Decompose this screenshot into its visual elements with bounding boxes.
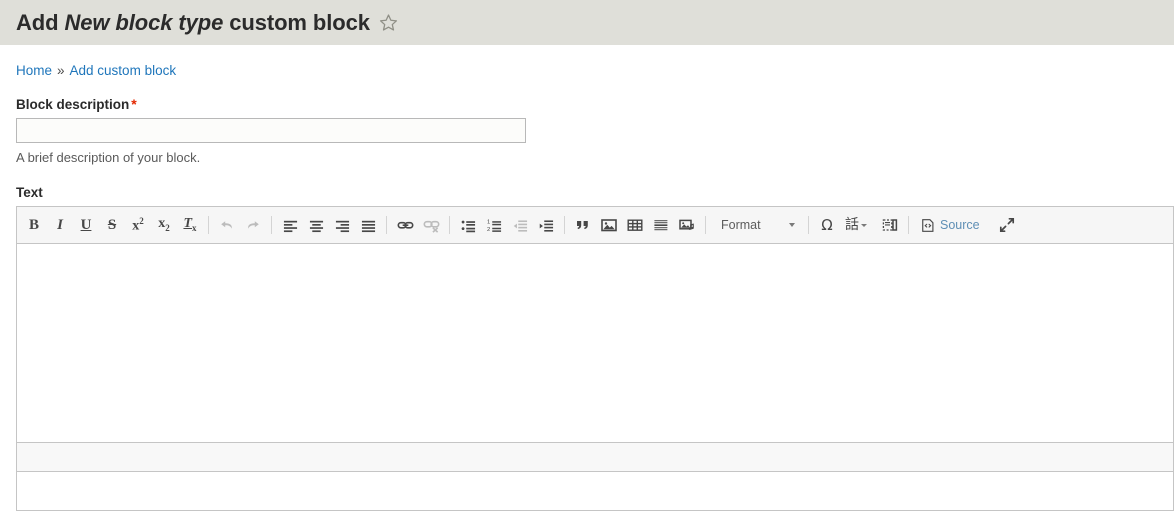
special-character-icon[interactable]: Ω <box>815 213 839 237</box>
source-button-label: Source <box>940 218 980 232</box>
horizontal-rule-icon[interactable] <box>649 213 673 237</box>
align-justify-icon[interactable] <box>356 213 380 237</box>
block-form: Block description * A brief description o… <box>0 78 1174 200</box>
link-icon[interactable] <box>393 213 417 237</box>
toolbar-separator <box>271 216 272 234</box>
chevron-down-icon <box>861 223 867 227</box>
toolbar-group-links <box>392 213 444 237</box>
indent-icon[interactable] <box>534 213 558 237</box>
unlink-icon[interactable] <box>419 213 443 237</box>
maximize-icon[interactable] <box>995 213 1019 237</box>
align-left-icon[interactable] <box>278 213 302 237</box>
toolbar-group-insert <box>570 213 700 237</box>
star-outline-icon[interactable] <box>379 13 398 32</box>
editor-toolbar: B I U S x2 x2 Tx 1 2 Format Ω 話 Source <box>17 207 1173 244</box>
underline-icon[interactable]: U <box>74 213 98 237</box>
page-header: Add New block type custom block <box>0 0 1174 45</box>
svg-text:1: 1 <box>487 219 490 225</box>
subscript-icon[interactable]: x2 <box>152 213 176 237</box>
toolbar-separator <box>386 216 387 234</box>
align-right-icon[interactable] <box>330 213 354 237</box>
breadcrumb-item-add-custom-block[interactable]: Add custom block <box>70 63 177 78</box>
breadcrumb-separator: » <box>57 63 65 78</box>
remove-format-icon[interactable]: Tx <box>178 213 202 237</box>
toolbar-separator <box>908 216 909 234</box>
toolbar-group-lists-indent: 1 2 <box>455 213 559 237</box>
editor-resize-area[interactable] <box>17 472 1173 510</box>
bold-icon[interactable]: B <box>22 213 46 237</box>
superscript-icon[interactable]: x2 <box>126 213 150 237</box>
format-select[interactable]: Format <box>713 213 801 237</box>
block-description-label: Block description * <box>16 96 137 112</box>
rich-text-editor: B I U S x2 x2 Tx 1 2 Format Ω 話 Source <box>16 206 1174 511</box>
page-title-emphasis: New block type <box>64 9 224 35</box>
toolbar-separator <box>564 216 565 234</box>
undo-icon[interactable] <box>215 213 239 237</box>
toolbar-separator <box>449 216 450 234</box>
show-blocks-icon[interactable] <box>878 213 902 237</box>
blockquote-icon[interactable] <box>571 213 595 237</box>
editor-content-area[interactable] <box>17 244 1173 442</box>
text-field-label: Text <box>16 185 43 200</box>
toolbar-group-basic-styles: B I U S x2 x2 Tx <box>21 213 203 237</box>
block-description-description: A brief description of your block. <box>16 150 201 165</box>
align-center-icon[interactable] <box>304 213 328 237</box>
source-button[interactable]: Source <box>916 213 985 237</box>
toolbar-separator <box>208 216 209 234</box>
required-marker: * <box>131 96 137 112</box>
toolbar-group-tools: Ω 話 <box>814 213 903 237</box>
format-select-label: Format <box>721 218 761 232</box>
source-code-icon <box>921 218 935 233</box>
chevron-down-icon <box>789 223 795 227</box>
breadcrumb-item-home[interactable]: Home <box>16 63 52 78</box>
toolbar-separator <box>705 216 706 234</box>
page-title: Add New block type custom block <box>16 10 398 36</box>
redo-icon[interactable] <box>241 213 265 237</box>
outdent-icon[interactable] <box>508 213 532 237</box>
numbered-list-icon[interactable]: 1 2 <box>482 213 506 237</box>
block-description-input[interactable] <box>16 118 526 143</box>
media-embed-icon[interactable] <box>675 213 699 237</box>
toolbar-group-alignment <box>277 213 381 237</box>
page-title-prefix: Add <box>16 9 59 35</box>
svg-text:2: 2 <box>487 227 490 233</box>
language-icon[interactable]: 話 <box>841 213 871 237</box>
strikethrough-icon[interactable]: S <box>100 213 124 237</box>
toolbar-separator <box>808 216 809 234</box>
bulleted-list-icon[interactable] <box>456 213 480 237</box>
toolbar-group-undo-redo <box>214 213 266 237</box>
page-title-suffix: custom block <box>229 9 370 35</box>
breadcrumb: Home » Add custom block <box>0 45 1174 78</box>
table-icon[interactable] <box>623 213 647 237</box>
block-description-label-text: Block description <box>16 97 130 112</box>
italic-icon[interactable]: I <box>48 213 72 237</box>
editor-elements-path <box>17 442 1173 472</box>
image-icon[interactable] <box>597 213 621 237</box>
